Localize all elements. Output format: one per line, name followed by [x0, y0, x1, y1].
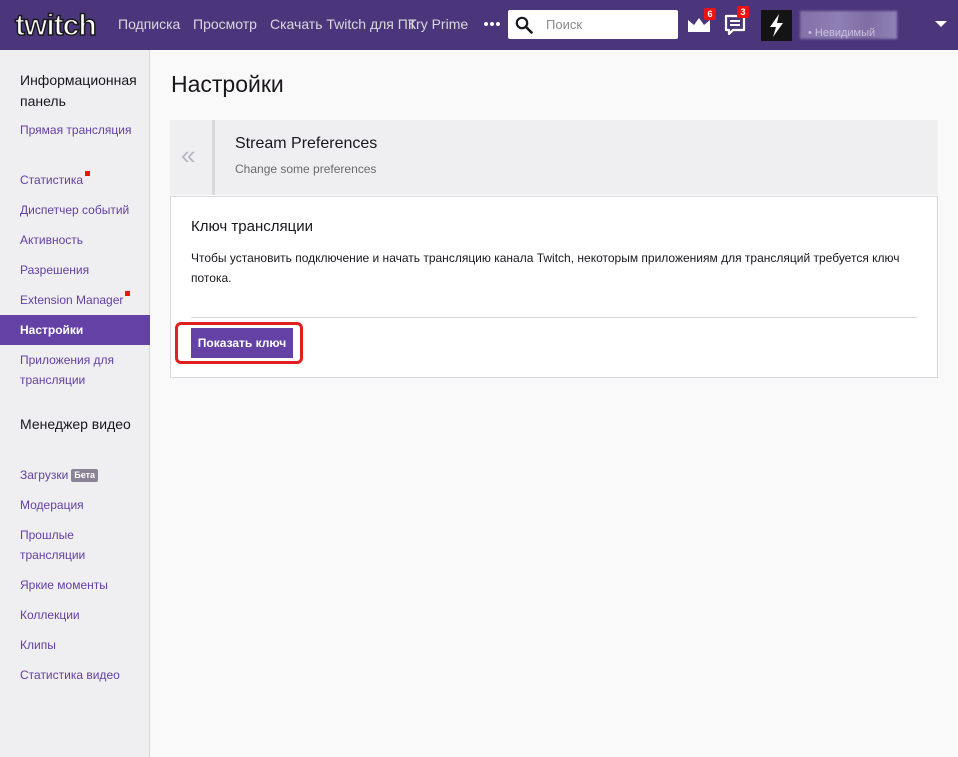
new-indicator-dot — [125, 291, 131, 296]
nav-subscriptions[interactable]: Подписка — [118, 16, 180, 32]
sidebar: Информационная панель Прямая трансляция … — [0, 50, 150, 757]
sidebar-item-video-stats[interactable]: Статистика видео — [20, 665, 138, 685]
sidebar-item-moderation[interactable]: Модерация — [20, 495, 138, 515]
sidebar-item-broadcast-apps[interactable]: Приложения для трансляции — [20, 350, 138, 390]
sidebar-item-label: Статистика — [20, 173, 84, 187]
sidebar-item-label: Загрузки — [20, 468, 69, 482]
stream-key-description: Чтобы установить подключение и начать тр… — [191, 251, 900, 285]
page-title: Настройки — [171, 71, 284, 97]
sidebar-item-live[interactable]: Прямая трансляция — [20, 120, 138, 140]
double-chevron-left-icon: « — [181, 140, 196, 170]
show-key-button[interactable]: Показать ключ — [191, 328, 293, 358]
sidebar-item-stats[interactable]: Статистика — [20, 170, 138, 190]
sidebar-item-past-broadcasts[interactable]: Прошлые трансляции — [20, 525, 138, 565]
prime-badge: 6 — [704, 8, 716, 20]
sidebar-item-collections[interactable]: Коллекции — [20, 605, 138, 625]
sidebar-item-extension-manager[interactable]: Extension Manager — [20, 290, 138, 310]
avatar[interactable] — [761, 10, 792, 41]
card-header: « Stream Preferences Change some prefere… — [170, 120, 938, 195]
search-input[interactable] — [546, 10, 671, 39]
caret-down-icon[interactable] — [934, 19, 948, 29]
card-header-title: Stream Preferences — [235, 135, 378, 152]
lightning-icon — [770, 14, 783, 37]
sidebar-item-highlights[interactable]: Яркие моменты — [20, 575, 138, 595]
card-header-subtitle: Change some preferences — [235, 162, 377, 176]
back-button[interactable]: « — [170, 120, 215, 195]
sidebar-section-dashboard: Информационная панель — [20, 72, 137, 109]
search-box — [508, 10, 678, 39]
user-status: • Невидимый — [808, 27, 876, 39]
search-icon[interactable] — [515, 16, 533, 34]
sidebar-section-video-manager: Менеджер видео — [20, 416, 131, 432]
top-navigation-bar: twitch Подписка Просмотр Скачать Twitch … — [0, 0, 958, 50]
svg-text:twitch: twitch — [15, 9, 96, 41]
sidebar-item-uploads[interactable]: Загрузки Бета — [20, 465, 138, 485]
nav-try-prime[interactable]: Try Prime — [408, 16, 468, 32]
notifications-badge: 3 — [737, 6, 749, 18]
new-indicator-dot — [85, 171, 91, 176]
stream-key-title: Ключ трансляции — [191, 218, 313, 235]
nav-browse[interactable]: Просмотр — [193, 16, 257, 32]
nav-download-desktop[interactable]: Скачать Twitch для ПК — [270, 16, 416, 32]
sidebar-item-clips[interactable]: Клипы — [20, 635, 138, 655]
notifications-button[interactable]: 3 — [723, 6, 749, 38]
sidebar-item-permissions[interactable]: Разрешения — [20, 260, 138, 280]
sidebar-item-settings[interactable]: Настройки — [0, 315, 150, 345]
divider — [191, 317, 917, 318]
twitch-logo[interactable]: twitch — [14, 9, 109, 41]
sidebar-item-activity[interactable]: Активность — [20, 230, 138, 250]
sidebar-item-events[interactable]: Диспетчер событий — [20, 200, 138, 220]
more-dots-icon[interactable] — [484, 14, 500, 30]
beta-badge: Бета — [71, 469, 99, 482]
sidebar-item-label: Extension Manager — [20, 293, 124, 307]
stream-key-card: Ключ трансляции Чтобы установить подключ… — [170, 196, 938, 378]
prime-loot-button[interactable]: 6 — [686, 8, 716, 38]
